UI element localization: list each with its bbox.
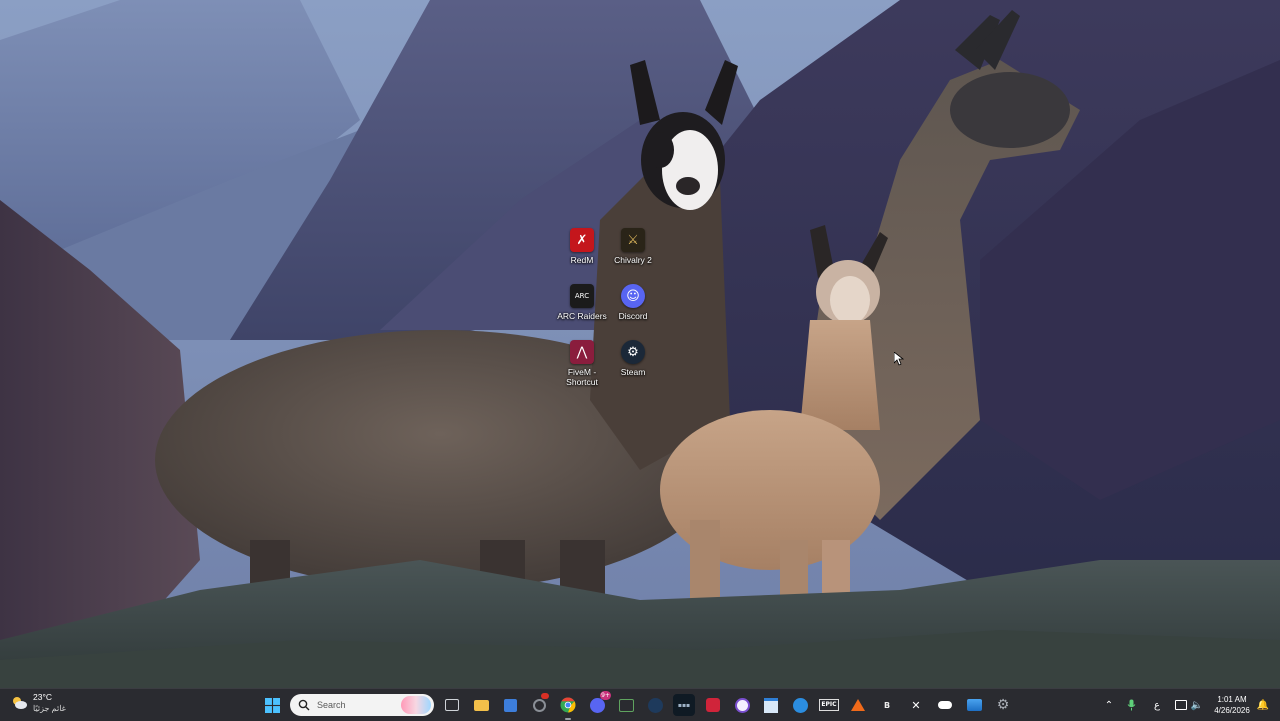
desktop-icon-discord[interactable]: ☺ Discord [603,284,663,321]
notepad-icon [764,697,778,713]
input-language-label: ع [1154,699,1160,711]
network-icon [1175,700,1187,710]
weather-widget[interactable]: 23°C غائم جزئيًا [10,692,66,714]
edge-icon [792,697,808,713]
mouse-cursor-icon [894,352,904,366]
file-explorer-button[interactable] [470,694,492,716]
app-button-5[interactable] [731,694,753,716]
epic-games-button[interactable]: EPIC [818,694,840,716]
photos-icon [966,699,982,711]
input-language-button[interactable]: ع [1150,697,1164,713]
settings-button[interactable]: ⚙ [992,694,1014,716]
game-icon [706,698,720,712]
app-button-4[interactable] [702,694,724,716]
desktop-icon-label: Discord [618,311,648,321]
app-button-9[interactable]: B [876,694,898,716]
redm-icon: ✗ [570,228,594,252]
start-button[interactable] [261,694,283,716]
notification-center-button[interactable]: 🔔 [1256,697,1270,713]
clock-date: 4/26/2026 [1214,706,1250,715]
notification-badge: 9+ [600,691,611,700]
clock-time: 1:01 AM [1217,695,1247,704]
controller-icon [938,701,952,709]
app-button-10[interactable]: ✕ [905,694,927,716]
weather-temperature: 23°C [33,692,52,702]
microphone-button[interactable] [1124,697,1138,713]
desktop-icon-label: RedM [570,255,594,265]
chrome-button[interactable] [557,694,579,720]
desktop-icon-label: ARC Raiders [557,311,607,321]
search-input[interactable] [317,700,387,710]
app-button-2[interactable] [615,694,637,716]
desktop-icon-steam[interactable]: ⚙ Steam [603,340,663,377]
settings-app-icon [532,698,546,712]
task-view-button[interactable] [441,694,463,716]
volume-icon: 🔈 [1190,699,1204,711]
app-button-3[interactable]: ▪▪▪ [673,694,695,716]
epic-games-icon: EPIC [819,699,839,711]
store-icon [503,698,517,712]
search-highlight-image [401,696,431,714]
media-icon [734,697,750,713]
xbox-icon [618,698,634,712]
notification-dot [541,693,549,699]
task-view-icon [445,699,459,711]
discord-icon: ☺ [621,284,645,308]
steam-icon [647,697,663,713]
app-button-12[interactable] [963,694,985,716]
search-icon [298,699,310,711]
show-hidden-icons-button[interactable]: ⌃ [1102,697,1116,713]
steam-button[interactable] [644,694,666,716]
launcher-icon [851,699,865,711]
partly-cloudy-icon [13,697,27,709]
discord-button[interactable]: 9+ [586,691,611,716]
fivem-icon: ⋀ [570,340,594,364]
app-button-11[interactable] [934,694,956,716]
chrome-icon [560,697,576,713]
chivalry-2-icon: ⚔ [621,228,645,252]
folder-icon [473,699,489,711]
desktop-icon-chivalry-2[interactable]: ⚔ Chivalry 2 [603,228,663,265]
gear-icon: ⚙ [996,697,1010,713]
arc-raiders-icon: ARC [570,284,594,308]
clock[interactable]: 1:01 AM 4/26/2026 [1210,694,1254,716]
windows-logo-icon [264,697,280,713]
app-button-7[interactable] [789,694,811,716]
desktop-icon-label: Steam [620,367,646,377]
network-button[interactable] [1174,697,1188,713]
weather-condition: غائم جزئيًا [33,704,66,713]
microsoft-store-button[interactable] [499,694,521,716]
game-launcher-icon: B [883,700,891,710]
app-button-1[interactable] [528,693,550,716]
steam-icon: ⚙ [621,340,645,364]
volume-button[interactable]: 🔈 [1190,697,1204,713]
x-app-icon: ✕ [911,698,921,712]
chevron-up-icon: ⌃ [1104,699,1114,711]
app-button-8[interactable] [847,694,869,716]
desktop-icon-label: FiveM - Shortcut [566,367,598,387]
taskbar: 23°C غائم جزئيًا Search 9+ ▪▪▪ EPIC B ✕ … [0,688,1280,721]
bell-icon: 🔔 [1256,699,1270,711]
microphone-icon [1127,699,1135,711]
taskbar-search-box[interactable] [290,694,434,716]
desktop-icon-label: Chivalry 2 [614,255,652,265]
terminal-icon: ▪▪▪ [677,701,691,709]
app-button-6[interactable] [760,694,782,716]
